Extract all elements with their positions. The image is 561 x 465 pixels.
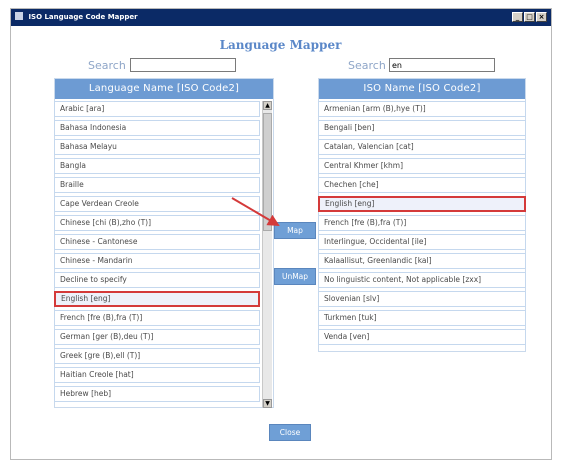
iso-list-item[interactable]: French [fre (B),fra (T)] bbox=[318, 215, 526, 231]
iso-list-item[interactable]: Armenian [arm (B),hye (T)] bbox=[318, 101, 526, 117]
iso-list-item[interactable]: Slovenian [slv] bbox=[318, 291, 526, 307]
language-list-item[interactable]: Haitian Creole [hat] bbox=[54, 367, 260, 383]
iso-list-item[interactable]: Venda [ven] bbox=[318, 329, 526, 345]
iso-list-item[interactable]: Bengali [ben] bbox=[318, 120, 526, 136]
right-panel-header: ISO Name [ISO Code2] bbox=[319, 79, 525, 99]
iso-list-item[interactable]: Chechen [che] bbox=[318, 177, 526, 193]
app-icon bbox=[15, 12, 23, 20]
language-list-scrollbar[interactable]: ▲ ▼ bbox=[262, 101, 272, 408]
language-list-item[interactable]: Chinese - Cantonese bbox=[54, 234, 260, 250]
language-list-item[interactable]: German [ger (B),deu (T)] bbox=[54, 329, 260, 345]
right-search-input[interactable] bbox=[389, 58, 495, 72]
close-window-button[interactable]: × bbox=[536, 12, 547, 22]
scroll-down-arrow-icon[interactable]: ▼ bbox=[263, 399, 272, 408]
language-list-item[interactable]: French [fre (B),fra (T)] bbox=[54, 310, 260, 326]
left-search-label: Search bbox=[88, 59, 126, 72]
unmap-button[interactable]: UnMap bbox=[274, 268, 316, 285]
page-title: Language Mapper bbox=[219, 38, 342, 52]
iso-list: Armenian [arm (B),hye (T)] Bengali [ben] C… bbox=[318, 101, 526, 348]
minimize-button[interactable]: _ bbox=[512, 12, 523, 22]
left-search-input[interactable] bbox=[130, 58, 236, 72]
iso-list-item[interactable]: Interlingue, Occidental [ile] bbox=[318, 234, 526, 250]
right-search-label: Search bbox=[348, 59, 386, 72]
iso-list-item[interactable]: No linguistic content, Not applicable [z… bbox=[318, 272, 526, 288]
language-list-item[interactable]: Bahasa Melayu bbox=[54, 139, 260, 155]
language-list-item[interactable]: Bahasa Indonesia bbox=[54, 120, 260, 136]
language-list-item[interactable]: Hebrew [heb] bbox=[54, 386, 260, 402]
iso-list-item[interactable]: English [eng] bbox=[318, 196, 526, 212]
title-bar[interactable]: ISO Language Code Mapper _ □ × bbox=[11, 9, 551, 26]
language-list-item[interactable]: Braille bbox=[54, 177, 260, 193]
language-list-item[interactable]: English [eng] bbox=[54, 291, 260, 307]
iso-list-item[interactable]: Catalan, Valencian [cat] bbox=[318, 139, 526, 155]
scroll-up-arrow-icon[interactable]: ▲ bbox=[263, 101, 272, 110]
language-list-item[interactable]: Arabic [ara] bbox=[54, 101, 260, 117]
iso-list-item[interactable]: Kalaallisut, Greenlandic [kal] bbox=[318, 253, 526, 269]
language-list-item[interactable]: Chinese - Mandarin bbox=[54, 253, 260, 269]
language-list-item[interactable]: Decline to specify bbox=[54, 272, 260, 288]
language-list: Arabic [ara] Bahasa Indonesia Bahasa Melay… bbox=[54, 101, 260, 405]
maximize-button[interactable]: □ bbox=[524, 12, 535, 22]
annotation-arrow-icon bbox=[231, 197, 280, 227]
language-list-item[interactable]: Bangla bbox=[54, 158, 260, 174]
iso-list-item[interactable]: Central Khmer [khm] bbox=[318, 158, 526, 174]
window-title: ISO Language Code Mapper bbox=[28, 13, 138, 21]
close-button[interactable]: Close bbox=[269, 424, 311, 441]
language-list-item[interactable]: Greek [gre (B),ell (T)] bbox=[54, 348, 260, 364]
left-panel-header: Language Name [ISO Code2] bbox=[55, 79, 273, 99]
iso-list-item[interactable]: Turkmen [tuk] bbox=[318, 310, 526, 326]
